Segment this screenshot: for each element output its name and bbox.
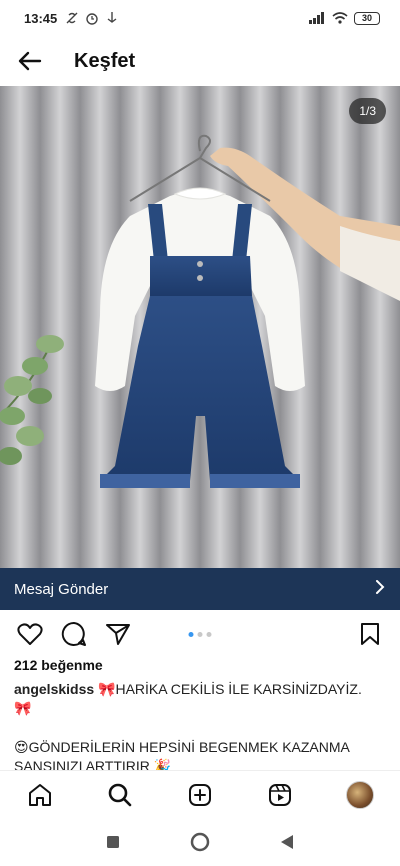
image-counter: 1/3 bbox=[349, 98, 386, 124]
status-system-icons: 30 bbox=[308, 11, 380, 25]
send-icon bbox=[106, 624, 130, 645]
bookmark-icon bbox=[361, 623, 379, 645]
nav-home[interactable] bbox=[20, 775, 60, 815]
carousel-indicator bbox=[188, 631, 212, 637]
comment-icon bbox=[61, 621, 86, 646]
share-button[interactable] bbox=[104, 620, 132, 648]
nav-reels[interactable] bbox=[260, 775, 300, 815]
recent-apps-button[interactable] bbox=[98, 827, 128, 857]
like-button[interactable] bbox=[16, 620, 44, 648]
home-system-button[interactable] bbox=[185, 827, 215, 857]
battery-indicator: 30 bbox=[354, 11, 380, 25]
back-button[interactable] bbox=[16, 47, 44, 75]
search-icon bbox=[108, 783, 132, 806]
nfc-icon bbox=[66, 12, 78, 24]
post-caption: angelskidss 🎀HARİKA CEKİLİS İLE KARSİNİZ… bbox=[14, 680, 386, 718]
heart-icon bbox=[17, 623, 43, 645]
nav-profile[interactable] bbox=[340, 775, 380, 815]
carousel-dot bbox=[206, 631, 212, 637]
triangle-back-icon bbox=[280, 835, 293, 849]
header: Keşfet bbox=[0, 36, 400, 86]
usb-icon bbox=[107, 12, 117, 23]
home-icon bbox=[29, 783, 51, 806]
carousel-dot bbox=[197, 631, 203, 637]
nav-search[interactable] bbox=[100, 775, 140, 815]
circle-icon bbox=[190, 832, 210, 852]
arrow-left-icon bbox=[18, 51, 42, 71]
alarm-icon bbox=[86, 13, 98, 25]
status-notification-icons bbox=[65, 11, 119, 25]
page-title: Keşfet bbox=[74, 49, 136, 72]
status-bar: 13:45 30 bbox=[0, 0, 400, 36]
nav-new-post[interactable] bbox=[180, 775, 220, 815]
chevron-right-icon bbox=[374, 580, 386, 598]
caption-text-line1: 🎀HARİKA CEKİLİS İLE KARSİNİZDAYİZ. bbox=[98, 681, 362, 697]
reels-icon bbox=[269, 783, 291, 806]
save-button[interactable] bbox=[356, 620, 384, 648]
caption-username[interactable]: angelskidss bbox=[14, 681, 94, 697]
post-caption-continued: 😍GÖNDERİLERİN HEPSİNİ BEGENMEK KAZANMA S… bbox=[14, 739, 350, 770]
send-message-button[interactable]: Mesaj Gönder bbox=[0, 568, 400, 610]
carousel-dot-active bbox=[188, 631, 194, 637]
wifi-icon bbox=[332, 12, 348, 24]
back-system-button[interactable] bbox=[272, 827, 302, 857]
caption-text-line1-end: 🎀 bbox=[14, 700, 32, 716]
post-actions bbox=[0, 612, 400, 656]
bottom-navigation bbox=[0, 770, 400, 818]
system-navigation bbox=[0, 818, 400, 866]
square-icon bbox=[107, 836, 120, 848]
plus-square-icon bbox=[189, 783, 211, 806]
status-time: 13:45 bbox=[24, 10, 58, 26]
likes-count[interactable]: 212 beğenme bbox=[14, 657, 103, 673]
avatar bbox=[346, 780, 374, 809]
product-photo bbox=[0, 86, 400, 568]
post-image[interactable]: 1/3 bbox=[0, 86, 400, 568]
cta-label: Mesaj Gönder bbox=[14, 580, 109, 598]
comment-button[interactable] bbox=[60, 620, 88, 648]
signal-icon bbox=[309, 12, 324, 24]
